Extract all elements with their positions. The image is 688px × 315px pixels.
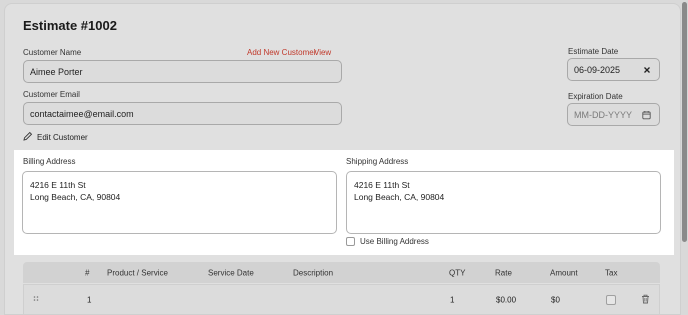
- col-service-date-header: Service Date: [208, 268, 254, 277]
- customer-name-field[interactable]: Aimee Porter: [23, 60, 342, 83]
- shipping-address-label: Shipping Address: [346, 157, 409, 166]
- row-rate[interactable]: $0.00: [496, 295, 516, 304]
- estimate-date-label: Estimate Date: [568, 47, 619, 56]
- use-billing-address-label: Use Billing Address: [360, 237, 429, 246]
- calendar-icon[interactable]: [642, 110, 651, 119]
- estimate-date-field[interactable]: 06-09-2025: [567, 58, 660, 81]
- page-title: Estimate #1002: [23, 18, 117, 33]
- scrollbar-thumb[interactable]: [682, 2, 687, 242]
- billing-address-line2: Long Beach, CA, 90804: [30, 192, 121, 202]
- billing-address-label: Billing Address: [23, 157, 76, 166]
- col-tax-header: Tax: [605, 268, 618, 277]
- customer-name-label: Customer Name: [23, 48, 82, 57]
- shipping-address-line2: Long Beach, CA, 90804: [354, 192, 445, 202]
- expiration-date-placeholder: MM-DD-YYYY: [574, 109, 632, 120]
- customer-email-value: contactaimee@email.com: [30, 108, 134, 119]
- edit-customer-button[interactable]: Edit Customer: [23, 131, 88, 143]
- line-items-table: # Product / Service Service Date Descrip…: [23, 262, 660, 315]
- billing-address-line1: 4216 E 11th St: [30, 180, 86, 190]
- add-new-customer-link[interactable]: Add New Customer: [247, 48, 316, 57]
- col-description-header: Description: [293, 268, 334, 277]
- expiration-date-field[interactable]: MM-DD-YYYY: [567, 103, 660, 126]
- row-qty[interactable]: 1: [450, 295, 454, 304]
- close-icon[interactable]: [643, 66, 651, 74]
- col-product-header: Product / Service: [107, 268, 168, 277]
- billing-address-field[interactable]: 4216 E 11th St Long Beach, CA, 90804: [22, 171, 337, 234]
- use-billing-address-checkbox[interactable]: [346, 237, 355, 246]
- estimate-date-value: 06-09-2025: [574, 64, 621, 75]
- expiration-date-label: Expiration Date: [568, 92, 623, 101]
- col-number-header: #: [85, 268, 90, 277]
- customer-email-field[interactable]: contactaimee@email.com: [23, 102, 342, 125]
- view-customer-link[interactable]: View: [314, 48, 331, 57]
- pencil-icon: [23, 131, 33, 143]
- table-header: # Product / Service Service Date Descrip…: [23, 262, 660, 283]
- trash-icon[interactable]: [641, 294, 650, 306]
- col-qty-header: QTY: [449, 268, 466, 277]
- use-billing-address-row[interactable]: Use Billing Address: [346, 237, 429, 246]
- shipping-address-field[interactable]: 4216 E 11th St Long Beach, CA, 90804: [346, 171, 661, 234]
- page-scrollbar[interactable]: [681, 0, 688, 315]
- row-number: 1: [87, 295, 92, 304]
- customer-name-value: Aimee Porter: [30, 66, 83, 77]
- shipping-address-line1: 4216 E 11th St: [354, 180, 410, 190]
- customer-email-label: Customer Email: [23, 90, 80, 99]
- col-amount-header: Amount: [550, 268, 578, 277]
- col-rate-header: Rate: [495, 268, 512, 277]
- table-row: 1 1 $0.00 $0: [23, 284, 660, 315]
- row-amount: $0: [551, 295, 560, 304]
- row-tax-checkbox[interactable]: [606, 294, 616, 305]
- edit-customer-label: Edit Customer: [37, 132, 88, 142]
- drag-handle-icon[interactable]: [33, 295, 39, 305]
